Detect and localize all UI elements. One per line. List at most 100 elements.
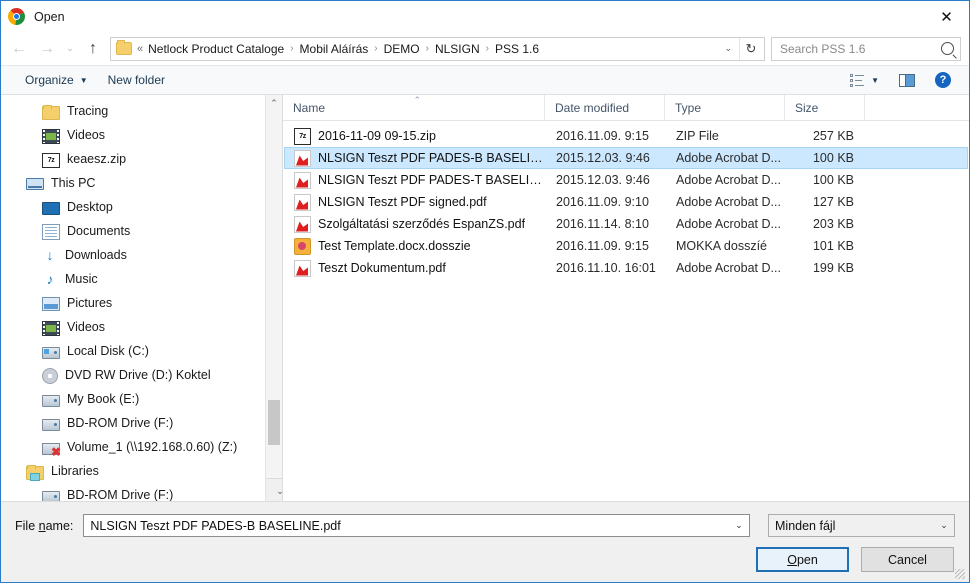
scroll-down-icon[interactable]: ⌄ [266, 478, 282, 501]
disconnected-badge-icon: ✖ [50, 444, 61, 459]
breadcrumb-separator[interactable]: › [285, 43, 298, 54]
sidebar-item-label: My Book (E:) [67, 392, 140, 406]
sidebar-item-label: Local Disk (C:) [67, 344, 149, 358]
open-button[interactable]: Open [756, 547, 849, 572]
sidebar-item-libraries[interactable]: Libraries [1, 459, 282, 483]
sidebar-item-keaesz-zip[interactable]: 7z keaesz.zip [1, 147, 282, 171]
file-name-label: Szolgáltatási szerződés EspanZS.pdf [318, 217, 526, 231]
scroll-up-icon[interactable]: ⌃ [266, 95, 282, 112]
sidebar-item-bd-rom-drive-f[interactable]: BD-ROM Drive (F:) [1, 483, 282, 501]
file-type-cell: ZIP File [676, 129, 719, 143]
open-file-dialog: Open ✕ ← → ⌄ ↑ « Netlock Product Catalog… [0, 0, 970, 583]
file-size-cell: 100 KB [812, 151, 854, 165]
help-button[interactable]: ? [925, 66, 961, 94]
breadcrumb-item-1[interactable]: Mobil Aláírás [299, 42, 370, 56]
sidebar-item-label: Desktop [67, 200, 113, 214]
pdf-file-icon [294, 171, 311, 189]
cancel-button[interactable]: Cancel [861, 547, 954, 572]
sidebar-item-music[interactable]: ♪ Music [1, 267, 282, 291]
table-row[interactable]: Szolgáltatási szerződés EspanZS.pdf 2016.… [284, 213, 968, 235]
table-row[interactable]: 7z 2016-11-09 09-15.zip 2016.11.09. 9:15 ZI… [284, 125, 968, 147]
file-size-cell: 100 KB [812, 173, 854, 187]
sidebar-item-downloads[interactable]: ↓ Downloads [1, 243, 282, 267]
table-row[interactable]: Teszt Dokumentum.pdf 2016.11.10. 16:01 Ado… [284, 257, 968, 279]
sidebar-item-bd-rom-drive-f[interactable]: BD-ROM Drive (F:) [1, 411, 282, 435]
breadcrumb-item-2[interactable]: DEMO [383, 42, 421, 56]
sidebar-item-label: This PC [51, 176, 96, 190]
file-type-filter-combobox[interactable]: Minden fájl ⌄ [768, 514, 955, 537]
sidebar-item-label: Volume_1 (\\192.168.0.60) (Z:) [67, 440, 238, 454]
forward-button[interactable]: → [33, 36, 61, 62]
sidebar-item-my-book-e[interactable]: My Book (E:) [1, 387, 282, 411]
up-button[interactable]: ↑ [79, 36, 107, 62]
breadcrumb-separator[interactable]: › [369, 43, 382, 54]
sidebar-item-tracing[interactable]: Tracing [1, 99, 282, 123]
sidebar-item-videos[interactable]: Videos [1, 315, 282, 339]
preview-pane-button[interactable] [889, 66, 925, 94]
close-icon[interactable]: ✕ [924, 1, 969, 32]
refresh-icon[interactable]: ↻ [739, 37, 762, 60]
chevron-down-icon[interactable]: ⌄ [729, 520, 749, 531]
sidebar-item-label: Videos [67, 320, 105, 334]
file-name-label: NLSIGN Teszt PDF PADES-T BASELINE.pdf [318, 173, 546, 187]
search-box[interactable] [771, 36, 961, 61]
7zip-file-icon: 7z [294, 127, 311, 145]
window-title: Open [34, 9, 65, 24]
videos-icon [42, 128, 60, 144]
organize-button[interactable]: Organize ▼ [15, 66, 98, 94]
chrome-logo-icon [8, 8, 25, 25]
sidebar-item-label: Videos [67, 128, 105, 142]
new-folder-button[interactable]: New folder [98, 66, 175, 94]
breadcrumb-item-4[interactable]: PSS 1.6 [494, 42, 540, 56]
sidebar-item-dvd-rw-drive-d-koktel[interactable]: DVD RW Drive (D:) Koktel [1, 363, 282, 387]
title-bar: Open ✕ [1, 1, 969, 32]
sidebar-item-pictures[interactable]: Pictures [1, 291, 282, 315]
videos-icon [42, 320, 60, 336]
sidebar-item-volume-1-192-168-0-60-z[interactable]: ✖ Volume_1 (\\192.168.0.60) (Z:) [1, 435, 282, 459]
file-type-cell: Adobe Acrobat D... [676, 261, 781, 275]
column-label: Type [675, 100, 702, 115]
table-row[interactable]: NLSIGN Teszt PDF PADES-T BASELINE.pdf 201… [284, 169, 968, 191]
column-header-size[interactable]: Size [785, 95, 865, 120]
folder-tree: Tracing Videos 7z keaesz.zip This PC Desktop D… [1, 95, 282, 501]
sidebar-scrollbar[interactable]: ⌃ ⌄ [265, 95, 282, 501]
downloads-icon: ↓ [46, 247, 54, 263]
change-view-button[interactable]: ▼ [840, 66, 889, 94]
command-bar: Organize ▼ New folder ▼ ? [1, 65, 969, 95]
filename-input[interactable] [84, 517, 729, 534]
breadcrumb-item-3[interactable]: NLSIGN [434, 42, 481, 56]
resize-grip[interactable] [955, 569, 965, 579]
sidebar-item-local-disk-c[interactable]: Local Disk (C:) [1, 339, 282, 363]
chevron-down-icon[interactable]: ⌄ [717, 43, 739, 54]
new-folder-label: New folder [107, 73, 165, 87]
sidebar-item-this-pc[interactable]: This PC [1, 171, 282, 195]
column-header-date[interactable]: Date modified [545, 95, 665, 120]
breadcrumb-overflow-icon[interactable]: « [137, 43, 147, 55]
table-row[interactable]: NLSIGN Teszt PDF signed.pdf 2016.11.09. 9… [284, 191, 968, 213]
search-input[interactable] [778, 40, 941, 57]
documents-icon [42, 223, 60, 240]
breadcrumb-item-0[interactable]: Netlock Product Cataloge [147, 42, 285, 56]
scrollbar-thumb[interactable] [268, 400, 280, 445]
recent-locations-button[interactable]: ⌄ [61, 36, 79, 62]
sidebar-item-label: keaesz.zip [67, 152, 127, 166]
filename-combobox[interactable]: ⌄ [83, 514, 750, 537]
breadcrumb[interactable]: « Netlock Product Cataloge › Mobil Aláír… [110, 36, 765, 61]
sidebar-item-videos[interactable]: Videos [1, 123, 282, 147]
sidebar-item-desktop[interactable]: Desktop [1, 195, 282, 219]
sidebar-item-documents[interactable]: Documents [1, 219, 282, 243]
back-button[interactable]: ← [5, 36, 33, 62]
file-date-cell: 2016.11.09. 9:15 [556, 129, 649, 143]
bd-rom-icon [42, 418, 60, 431]
breadcrumb-separator[interactable]: › [481, 43, 494, 54]
breadcrumb-separator[interactable]: › [421, 43, 434, 54]
pdf-file-icon [294, 259, 311, 277]
file-name-label: Teszt Dokumentum.pdf [318, 261, 446, 275]
column-header-name[interactable]: Name ⌃ [283, 95, 545, 120]
table-row[interactable]: NLSIGN Teszt PDF PADES-B BASELINE.pdf 201… [284, 147, 968, 169]
chevron-down-icon[interactable]: ⌄ [934, 520, 954, 531]
column-header-type[interactable]: Type [665, 95, 785, 120]
pdf-file-icon [294, 215, 311, 233]
table-row[interactable]: Test Template.docx.dosszie 2016.11.09. 9:… [284, 235, 968, 257]
organize-label: Organize [25, 73, 74, 87]
